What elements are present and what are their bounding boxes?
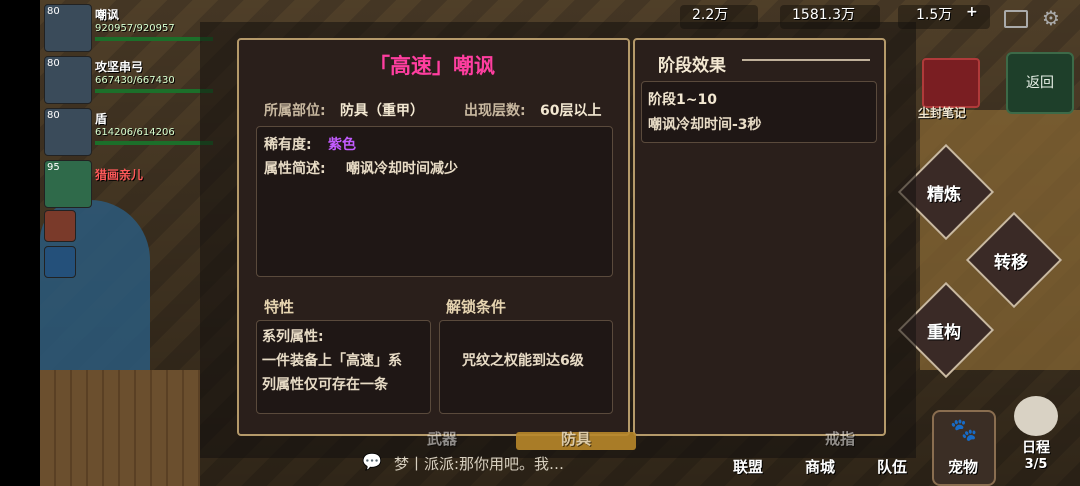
team-button[interactable]: 队伍 — [864, 452, 920, 482]
avatar — [1014, 396, 1058, 436]
member-name: 嘲讽 — [95, 8, 120, 22]
member-hp: 667430/667430 — [95, 75, 175, 86]
slot-label: 所属部位: — [264, 103, 326, 119]
return-button[interactable]: 返回 — [1006, 52, 1074, 114]
gear-icon[interactable]: ⚙ — [1042, 6, 1060, 30]
hp-bar — [95, 141, 213, 145]
member-level: 80 — [47, 58, 60, 69]
tab-ring[interactable]: 戒指 — [810, 424, 870, 454]
member-level: 95 — [47, 162, 60, 173]
stage-effect: 嘲讽冷却时间-3秒 — [648, 117, 762, 133]
wooden-dock — [40, 370, 200, 486]
chat-message[interactable]: 梦丨派派:那你用吧。我… — [394, 453, 694, 483]
screen-left-bar — [0, 0, 40, 486]
trait-line: 一件装备上「高速」系 — [262, 353, 402, 369]
member-level: 80 — [47, 6, 60, 17]
trait-line: 列属性仅可存在一条 — [262, 377, 388, 393]
paw-icon: 🐾 — [950, 418, 978, 443]
party-member[interactable]: 80 嘲讽 920957/920957 — [42, 2, 213, 54]
schedule-button[interactable]: 日程 3/5 — [1000, 392, 1072, 482]
hp-bar — [95, 37, 213, 41]
floor-value: 60层以上 — [540, 103, 602, 119]
slot-value: 防具（重甲） — [340, 103, 424, 119]
affix-title: 「高速」嘲讽 — [369, 54, 495, 78]
alliance-button[interactable]: 联盟 — [720, 452, 776, 482]
rebuild-label: 重构 — [927, 323, 961, 343]
resource-3-value: 1.5万 — [916, 7, 953, 23]
avatar — [44, 246, 76, 278]
party-member[interactable]: 80 盾 614206/614206 — [42, 106, 213, 158]
floor-label: 出现层数: — [464, 103, 526, 119]
party-member[interactable]: 95 猎画亲儿 — [42, 158, 192, 208]
schedule-label: 日程 — [1022, 440, 1050, 456]
tab-weapon[interactable]: 武器 — [412, 424, 472, 454]
rarity-value: 紫色 — [328, 137, 356, 153]
party-member[interactable] — [42, 208, 192, 244]
member-hp: 920957/920957 — [95, 23, 175, 34]
pet-label: 宠物 — [947, 458, 978, 476]
add-resource-button[interactable]: + — [966, 4, 978, 30]
member-level: 80 — [47, 110, 60, 121]
chat-icon: 💬 — [362, 452, 382, 471]
tab-armor[interactable]: 防具 — [546, 424, 606, 454]
schedule-count: 3/5 — [1024, 457, 1048, 472]
member-name: 猎画亲儿 — [95, 168, 144, 182]
title-divider — [742, 59, 870, 61]
book-icon[interactable] — [922, 58, 980, 108]
stage-name: 阶段1~10 — [648, 92, 717, 108]
avatar — [44, 210, 76, 242]
mail-icon[interactable] — [1004, 10, 1028, 28]
trait-title: 特性 — [264, 298, 295, 316]
party-member[interactable]: 80 攻坚串弓 667430/667430 — [42, 54, 213, 106]
shop-button[interactable]: 商城 — [792, 452, 848, 482]
desc-value: 嘲讽冷却时间减少 — [346, 161, 458, 177]
member-hp: 614206/614206 — [95, 127, 175, 138]
unlock-text: 咒纹之权能到达6级 — [462, 353, 584, 369]
hp-bar — [95, 89, 213, 93]
party-list: 80 嘲讽 920957/920957 80 攻坚串弓 667430/66743… — [42, 2, 213, 280]
rarity-label: 稀有度: — [264, 137, 312, 153]
trait-line: 系列属性: — [262, 329, 324, 345]
refine-label: 精炼 — [927, 185, 961, 205]
stage-effects-title: 阶段效果 — [658, 56, 726, 76]
member-name: 攻坚串弓 — [95, 60, 144, 74]
member-name: 盾 — [95, 112, 108, 126]
unlock-title: 解锁条件 — [446, 298, 507, 316]
party-member[interactable] — [42, 244, 192, 280]
transfer-label: 转移 — [994, 253, 1028, 273]
dust-notes-label: 尘封笔记 — [918, 106, 967, 120]
desc-label: 属性简述: — [264, 161, 326, 177]
